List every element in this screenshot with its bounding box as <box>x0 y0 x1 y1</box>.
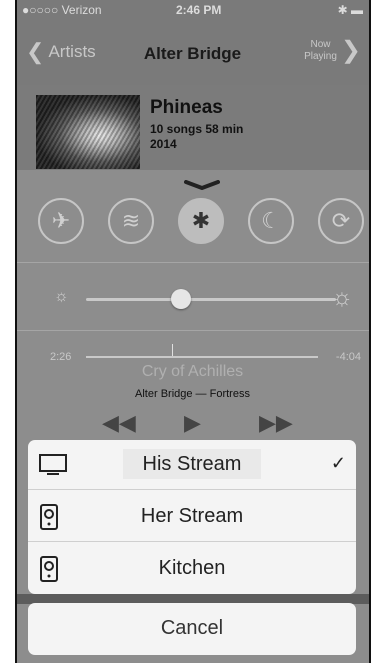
wifi-icon: ≋ <box>121 208 141 233</box>
scrubber-track[interactable] <box>86 356 318 358</box>
option-label: Her Stream <box>140 505 244 527</box>
carrier: ●○○○○ Verizon <box>22 3 102 17</box>
airplay-option-kitchen[interactable]: Kitchen <box>28 544 356 594</box>
scrubber-position[interactable] <box>171 344 173 356</box>
rotation-lock-icon: ⟳ <box>331 208 351 233</box>
now-playing-label-2: Playing <box>304 50 337 62</box>
divider <box>16 262 369 263</box>
device-border-right <box>369 0 371 663</box>
option-label: Kitchen <box>158 557 226 579</box>
cancel-button[interactable]: Cancel <box>28 603 356 655</box>
status-bar: ●○○○○ Verizon 2:46 PM ✱ ▬ <box>16 0 369 20</box>
sun-large-icon: ☼ <box>331 284 353 311</box>
airplay-option-his-stream[interactable]: His Stream ✓ <box>28 440 356 490</box>
checkmark-icon: ✓ <box>330 453 346 473</box>
device-border-left <box>15 0 17 663</box>
brightness-control: ☼ ☼ <box>16 270 369 326</box>
nav-bar: ❮ Artists Alter Bridge Now Playing ❯ <box>16 30 369 74</box>
bluetooth-icon: ✱ <box>191 208 211 233</box>
rotation-lock-toggle[interactable]: ⟳ <box>318 198 364 244</box>
fast-forward-icon[interactable]: ▶▶ <box>259 410 293 436</box>
grabber-chevron-icon[interactable] <box>184 180 220 190</box>
divider <box>28 489 356 490</box>
artist-album: Alter Bridge — Fortress <box>135 388 250 400</box>
bluetooth-toggle[interactable]: ✱ <box>178 198 224 244</box>
sun-small-icon: ☼ <box>54 288 69 305</box>
phone-screen: ●○○○○ Verizon 2:46 PM ✱ ▬ ❮ Artists Alte… <box>16 0 369 663</box>
moon-icon: ☾ <box>261 208 281 233</box>
song-title: Cry of Achilles <box>141 363 244 380</box>
airplay-option-her-stream[interactable]: Her Stream <box>28 492 356 542</box>
album-header[interactable]: Phineas 10 songs 58 min 2014 <box>16 85 369 170</box>
cancel-label: Cancel <box>160 617 224 639</box>
divider <box>28 541 356 542</box>
chevron-right-icon: ❯ <box>340 37 361 64</box>
album-songs-duration: 10 songs 58 min <box>150 122 244 136</box>
brightness-track[interactable] <box>86 298 336 301</box>
option-label: His Stream <box>122 449 262 479</box>
playback-controls: 2:26 -4:04 Cry of Achilles Alter Bridge … <box>16 340 369 450</box>
airplay-sheet: His Stream ✓ Her Stream Kitchen <box>28 440 356 594</box>
now-playing-label-1: Now <box>310 38 331 50</box>
play-icon[interactable]: ▶ <box>184 410 201 436</box>
brightness-slider-thumb[interactable] <box>171 289 191 309</box>
transport-controls: ◀◀ ▶ ▶▶ <box>16 410 369 440</box>
wifi-toggle[interactable]: ≋ <box>108 198 154 244</box>
battery-icon: ✱ ▬ <box>337 3 363 17</box>
airplane-icon: ✈ <box>51 208 71 233</box>
album-cover <box>36 95 140 169</box>
toggle-row: ✈ ≋ ✱ ☾ ⟳ <box>16 198 369 256</box>
status-time: 2:46 PM <box>176 3 222 17</box>
elapsed-time: 2:26 <box>50 351 72 363</box>
do-not-disturb-toggle[interactable]: ☾ <box>248 198 294 244</box>
airplane-mode-toggle[interactable]: ✈ <box>38 198 84 244</box>
remaining-time: -4:04 <box>335 351 361 363</box>
album-title: Phineas <box>150 97 223 118</box>
rewind-icon[interactable]: ◀◀ <box>102 410 136 436</box>
album-meta: 10 songs 58 min 2014 <box>150 122 243 152</box>
divider <box>16 330 369 331</box>
now-playing-button[interactable]: Now Playing ❯ <box>304 36 361 65</box>
album-year: 2014 <box>150 137 177 151</box>
